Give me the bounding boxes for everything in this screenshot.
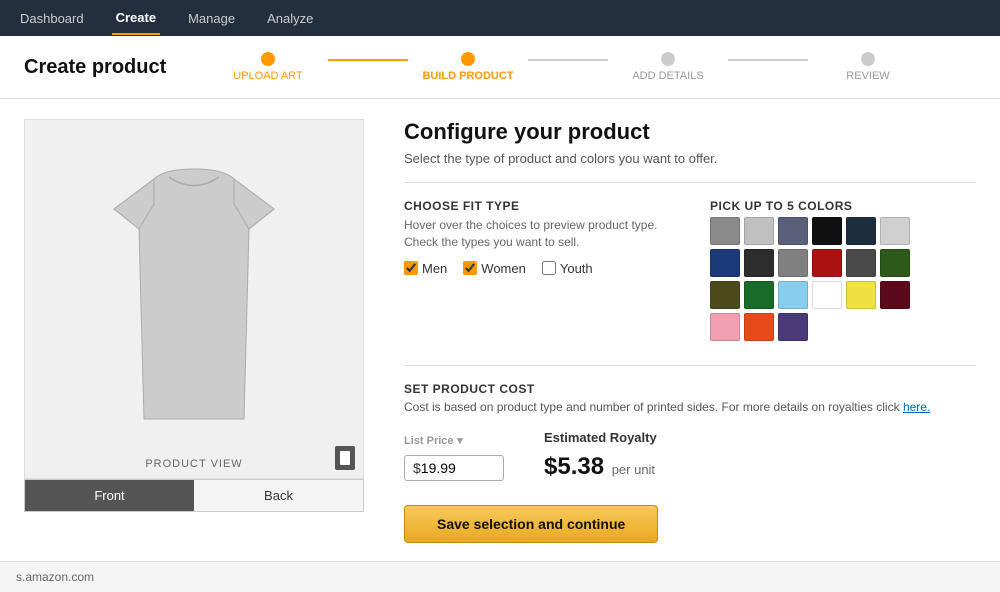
step-label-build: BUILD PRODUCT [422,70,513,82]
tshirt-container: PRODUCT VIEW [24,119,364,479]
pricing-row: List Price ▾ $ Estimated Royalty $5.38 p… [404,430,976,481]
nav-dashboard[interactable]: Dashboard [16,3,88,34]
fit-type-desc: Hover over the choices to preview produc… [404,217,670,251]
color-swatch-12[interactable] [710,281,740,309]
step-add-details: ADD DETAILS [608,52,728,82]
fit-type-checkboxes: Men Women Youth [404,261,670,276]
configure-heading: Configure your product [404,119,976,145]
women-checkbox[interactable] [463,261,477,275]
color-grid [710,217,976,341]
list-price-label: List Price ▾ [404,432,504,447]
color-swatch-8[interactable] [778,249,808,277]
save-button[interactable]: Save selection and continue [404,505,658,543]
step-connector-1 [328,59,408,61]
main-content: PRODUCT VIEW Front Back Configure your p… [0,99,1000,563]
nav-create[interactable]: Create [112,2,160,35]
configure-subtitle: Select the type of product and colors yo… [404,151,976,183]
step-label-details: ADD DETAILS [632,70,703,82]
view-buttons: Front Back [24,479,364,512]
product-preview: PRODUCT VIEW Front Back [24,119,364,543]
color-swatch-6[interactable] [710,249,740,277]
color-swatch-9[interactable] [812,249,842,277]
step-dot-upload [261,52,275,66]
save-btn-container: Save selection and continue [404,505,976,543]
royalty-unit: per unit [612,462,655,477]
color-swatch-5[interactable] [880,217,910,245]
page-title: Create product [24,56,184,79]
color-swatch-1[interactable] [744,217,774,245]
color-swatch-18[interactable] [710,313,740,341]
cost-desc: Cost is based on product type and number… [404,400,976,414]
breadcrumb-steps: UPLOAD ART BUILD PRODUCT ADD DETAILS REV… [208,52,928,82]
color-swatch-7[interactable] [744,249,774,277]
list-price-input-container: $ [404,455,504,481]
step-connector-2 [528,59,608,61]
step-label-upload: UPLOAD ART [233,70,303,82]
women-label: Women [481,261,526,276]
fit-type-section: CHOOSE FIT TYPE Hover over the choices t… [404,199,670,341]
color-swatch-3[interactable] [812,217,842,245]
youth-label: Youth [560,261,593,276]
color-swatch-15[interactable] [812,281,842,309]
configure-section: Configure your product Select the type o… [404,119,976,543]
colors-label: PICK UP TO 5 COLORS [710,199,976,213]
fit-type-label: CHOOSE FIT TYPE [404,199,670,213]
currency-symbol: $ [413,460,421,476]
cost-here-link[interactable]: here. [903,400,930,414]
colors-section: PICK UP TO 5 COLORS [710,199,976,341]
list-price-col: List Price ▾ $ [404,432,504,481]
youth-checkbox[interactable] [542,261,556,275]
back-view-button[interactable]: Back [194,480,363,511]
color-swatch-17[interactable] [880,281,910,309]
top-nav: Dashboard Create Manage Analyze [0,0,1000,36]
youth-checkbox-label[interactable]: Youth [542,261,593,276]
men-label: Men [422,261,447,276]
color-swatch-14[interactable] [778,281,808,309]
women-checkbox-label[interactable]: Women [463,261,526,276]
front-view-button[interactable]: Front [25,480,194,511]
color-swatch-13[interactable] [744,281,774,309]
color-swatch-4[interactable] [846,217,876,245]
nav-manage[interactable]: Manage [184,3,239,34]
color-swatch-19[interactable] [744,313,774,341]
step-label-review: REVIEW [846,70,889,82]
cost-label: SET PRODUCT COST [404,382,976,396]
options-row: CHOOSE FIT TYPE Hover over the choices t… [404,199,976,341]
bottom-url: s.amazon.com [16,570,94,584]
step-dot-details [661,52,675,66]
bottom-bar: s.amazon.com [0,561,1000,592]
color-swatch-10[interactable] [846,249,876,277]
color-swatch-0[interactable] [710,217,740,245]
royalty-label: Estimated Royalty [544,430,657,445]
cost-section: SET PRODUCT COST Cost is based on produc… [404,365,976,481]
step-build-product: BUILD PRODUCT [408,52,528,82]
product-icon [335,446,355,470]
step-connector-3 [728,59,808,61]
nav-analyze[interactable]: Analyze [263,3,317,34]
step-dot-build [461,52,475,66]
step-upload-art: UPLOAD ART [208,52,328,82]
page-header: Create product UPLOAD ART BUILD PRODUCT … [0,36,1000,99]
color-swatch-20[interactable] [778,313,808,341]
step-review: REVIEW [808,52,928,82]
royalty-display: $5.38 per unit [544,453,657,481]
product-view-label: PRODUCT VIEW [145,458,242,470]
men-checkbox-label[interactable]: Men [404,261,447,276]
list-price-field[interactable] [421,460,491,476]
royalty-col: Estimated Royalty $5.38 per unit [544,430,657,481]
step-dot-review [861,52,875,66]
color-swatch-16[interactable] [846,281,876,309]
royalty-value: $5.38 [544,453,604,480]
color-swatch-11[interactable] [880,249,910,277]
color-swatch-2[interactable] [778,217,808,245]
tshirt-image [74,159,314,439]
men-checkbox[interactable] [404,261,418,275]
